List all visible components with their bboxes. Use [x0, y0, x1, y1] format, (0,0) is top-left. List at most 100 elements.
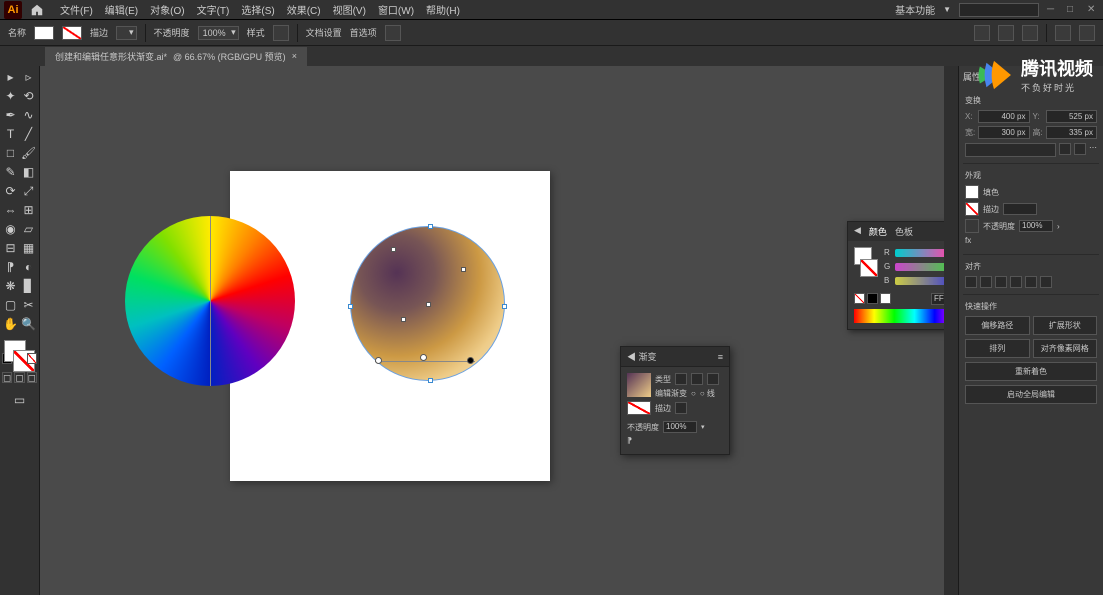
close-icon[interactable]: ✕: [1087, 4, 1099, 16]
gradient-annotator[interactable]: [375, 351, 475, 371]
document-tab[interactable]: 创建和编辑任意形状渐变.ai* @ 66.67% (RGB/GPU 预览) ×: [45, 47, 307, 66]
freeform-gradient-icon[interactable]: [707, 373, 719, 385]
gradient-fill-icon[interactable]: [627, 401, 651, 415]
gradient-stop[interactable]: [467, 357, 474, 364]
tab-close-icon[interactable]: ×: [292, 51, 297, 61]
white-swatch[interactable]: [880, 293, 891, 304]
control-icon-3[interactable]: [1022, 25, 1038, 41]
hand-tool[interactable]: ✋: [2, 315, 19, 333]
free-transform-tool[interactable]: ⊞: [20, 201, 37, 219]
fill-swatch[interactable]: [34, 26, 54, 40]
align-left-icon[interactable]: [965, 276, 977, 288]
style-swatch[interactable]: [273, 25, 289, 41]
offset-path-button[interactable]: 偏移路径: [965, 316, 1030, 335]
gradient-center[interactable]: [426, 302, 431, 307]
radial-gradient-icon[interactable]: [691, 373, 703, 385]
curvature-tool[interactable]: ∿: [20, 106, 37, 124]
align-bottom-icon[interactable]: [1040, 276, 1052, 288]
lasso-tool[interactable]: ⟲: [20, 87, 37, 105]
canvas[interactable]: ◀ 渐变 ≡ 类型 编辑渐变: [40, 66, 944, 595]
gradient-opacity-input[interactable]: 100%: [663, 421, 697, 433]
stroke-gradient-icon[interactable]: [675, 402, 687, 414]
screen-mode-icon[interactable]: ▭: [2, 391, 37, 409]
hex-input[interactable]: FFFFFF: [931, 293, 944, 305]
maximize-icon[interactable]: □: [1067, 4, 1079, 16]
gradient-stop[interactable]: [375, 357, 382, 364]
black-swatch[interactable]: [867, 293, 878, 304]
swatches-tab[interactable]: 色板: [895, 225, 913, 238]
control-icon-4[interactable]: [1055, 25, 1071, 41]
align-center-icon[interactable]: [980, 276, 992, 288]
right-dock-collapsed[interactable]: [944, 66, 958, 595]
w-input[interactable]: 300 px: [978, 126, 1029, 139]
artboard-tool[interactable]: ▢: [2, 296, 19, 314]
r-slider[interactable]: [895, 249, 944, 257]
home-icon[interactable]: [30, 3, 44, 17]
align-icon[interactable]: [385, 25, 401, 41]
none-swatch[interactable]: [854, 293, 865, 304]
control-icon-2[interactable]: [998, 25, 1014, 41]
appearance-fill-swatch[interactable]: [965, 185, 979, 199]
paintbrush-tool[interactable]: 🖌: [20, 144, 37, 162]
color-tab[interactable]: 颜色: [869, 225, 887, 238]
shape-builder-tool[interactable]: ◉: [2, 220, 19, 238]
menu-object[interactable]: 对象(O): [144, 0, 190, 19]
expand-shape-button[interactable]: 扩展形状: [1033, 316, 1098, 335]
menu-window[interactable]: 窗口(W): [372, 0, 420, 19]
appearance-stroke-swatch[interactable]: [965, 202, 979, 216]
preferences-button[interactable]: 首选项: [350, 26, 377, 39]
rotate-tool[interactable]: ⟳: [2, 182, 19, 200]
eraser-tool[interactable]: ◧: [20, 163, 37, 181]
eyedropper-icon[interactable]: ⁋: [627, 436, 632, 445]
opacity-dropdown[interactable]: 100%: [198, 26, 239, 40]
linear-gradient-icon[interactable]: [675, 373, 687, 385]
menu-type[interactable]: 文字(T): [191, 0, 236, 19]
perspective-tool[interactable]: ▱: [20, 220, 37, 238]
appearance-opacity-icon[interactable]: [965, 219, 979, 233]
line-tool[interactable]: ╱: [20, 125, 37, 143]
zoom-tool[interactable]: 🔍: [20, 315, 37, 333]
slice-tool[interactable]: ✂: [20, 296, 37, 314]
menu-select[interactable]: 选择(S): [235, 0, 280, 19]
align-top-icon[interactable]: [1010, 276, 1022, 288]
rectangle-tool[interactable]: □: [2, 144, 19, 162]
type-tool[interactable]: T: [2, 125, 19, 143]
scale-tool[interactable]: ⤢: [20, 182, 37, 200]
mesh-tool[interactable]: ⊟: [2, 239, 19, 257]
x-input[interactable]: 400 px: [978, 110, 1029, 123]
b-slider[interactable]: [895, 277, 944, 285]
align-middle-icon[interactable]: [1025, 276, 1037, 288]
stroke-weight-input[interactable]: [1003, 203, 1037, 215]
none-mode-icon[interactable]: [27, 353, 37, 364]
blend-tool[interactable]: ◐: [20, 258, 37, 276]
points-mode-icon[interactable]: ○: [691, 389, 696, 398]
control-icon-5[interactable]: [1079, 25, 1095, 41]
global-edit-button[interactable]: 启动全局编辑: [965, 385, 1097, 404]
g-slider[interactable]: [895, 263, 944, 271]
lines-mode-icon[interactable]: ○ 线: [700, 388, 715, 399]
selection-handle[interactable]: [348, 304, 353, 309]
gradient-point[interactable]: [461, 267, 466, 272]
workspace-dropdown-icon[interactable]: ▼: [943, 5, 951, 14]
magic-wand-tool[interactable]: ✦: [2, 87, 19, 105]
graph-tool[interactable]: ▊: [20, 277, 37, 295]
width-tool[interactable]: ⇔: [2, 201, 19, 219]
flip-h-icon[interactable]: [1059, 143, 1071, 155]
gradient-point[interactable]: [401, 317, 406, 322]
appearance-opacity-input[interactable]: 100%: [1019, 220, 1053, 232]
selection-handle[interactable]: [428, 224, 433, 229]
direct-selection-tool[interactable]: ▹: [20, 68, 37, 86]
symbol-sprayer-tool[interactable]: ❋: [2, 277, 19, 295]
panel-menu-icon[interactable]: ≡: [718, 352, 723, 362]
gradient-tool[interactable]: ▦: [20, 239, 37, 257]
color-wheel-object[interactable]: [125, 216, 295, 386]
stroke-swatch[interactable]: [62, 26, 82, 40]
panel-collapse-icon[interactable]: ◀: [854, 225, 861, 238]
menu-edit[interactable]: 编辑(E): [99, 0, 144, 19]
menu-effect[interactable]: 效果(C): [281, 0, 327, 19]
gradient-point[interactable]: [391, 247, 396, 252]
menu-view[interactable]: 视图(V): [327, 0, 372, 19]
fx-label[interactable]: fx: [965, 236, 971, 245]
selection-handle[interactable]: [502, 304, 507, 309]
menu-file[interactable]: 文件(F): [54, 0, 99, 19]
